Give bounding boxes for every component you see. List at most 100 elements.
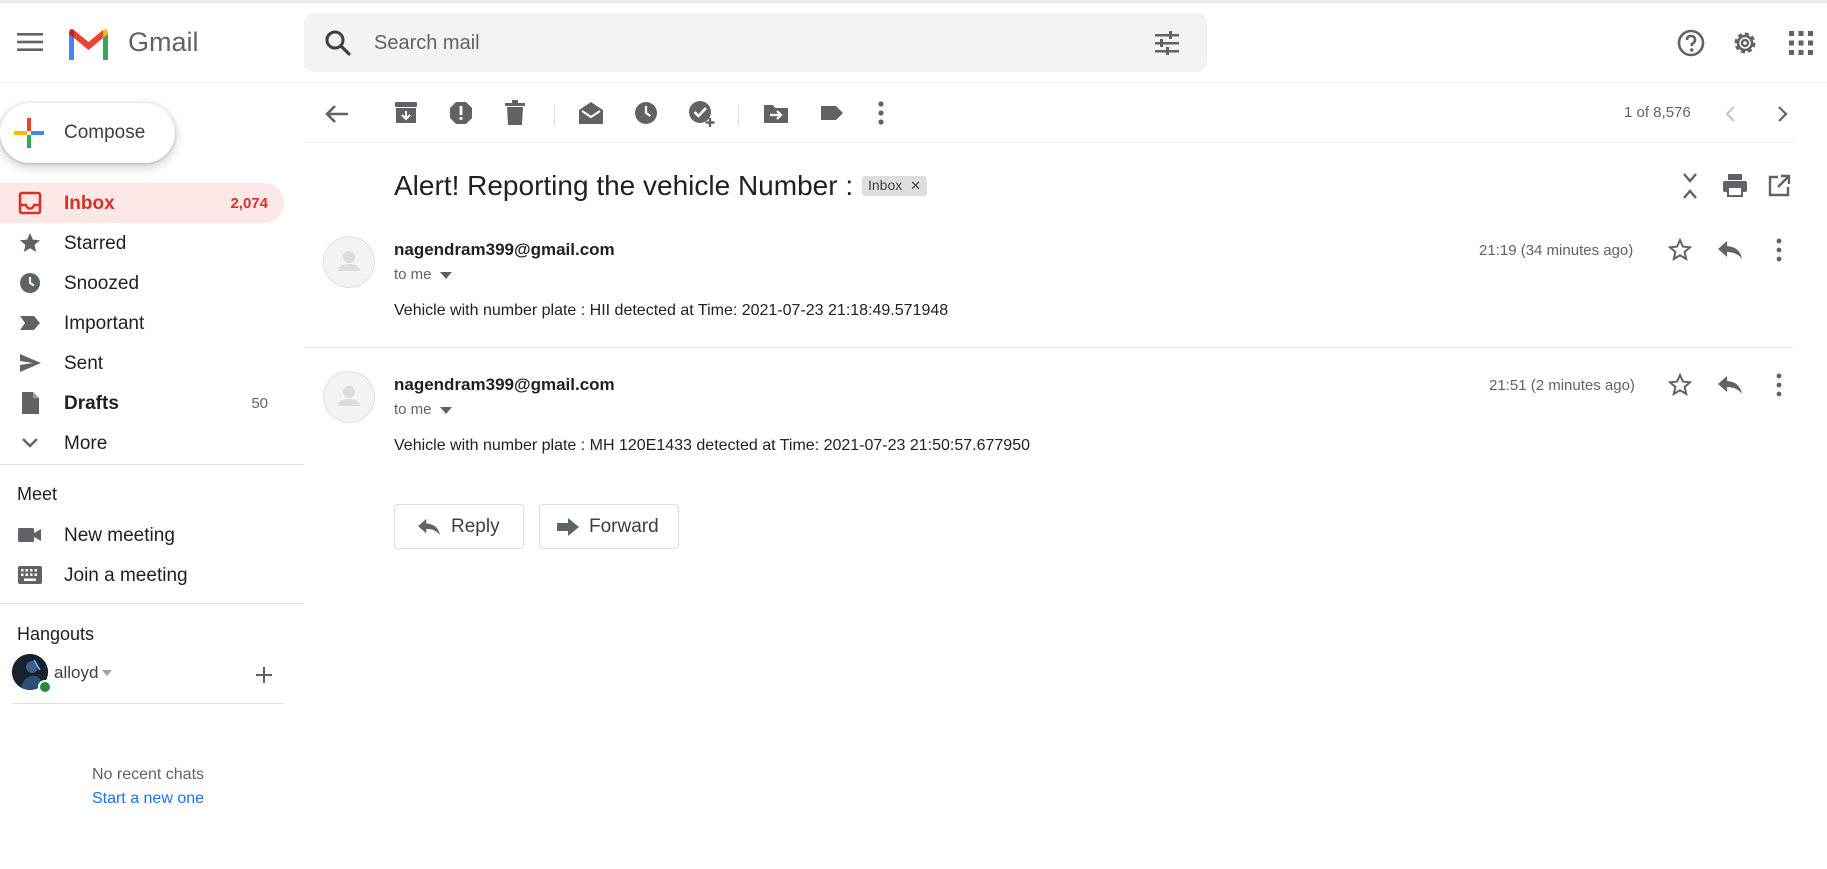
sidebar-item-inbox[interactable]: Inbox 2,074 — [0, 183, 284, 223]
sidebar-label: Drafts — [64, 393, 119, 414]
message-more-icon[interactable] — [1774, 238, 1784, 262]
snooze-clock-icon[interactable] — [633, 100, 659, 126]
forward-arrow-icon — [556, 517, 580, 537]
delete-trash-icon[interactable] — [504, 100, 526, 126]
chevron-right-icon[interactable] — [1773, 104, 1791, 124]
caret-down-icon[interactable] — [440, 272, 452, 279]
reply-icon — [417, 517, 441, 537]
label-chip-text: Inbox — [868, 177, 903, 193]
search-bar[interactable]: Search mail — [304, 13, 1207, 72]
compose-label: Compose — [64, 122, 146, 143]
star-outline-icon[interactable] — [1668, 373, 1692, 397]
sidebar-divider — [0, 464, 304, 465]
reply-icon[interactable] — [1717, 374, 1743, 396]
archive-icon[interactable] — [394, 100, 418, 126]
sender-name[interactable]: nagendram399@gmail.com — [394, 240, 615, 260]
toolbar-divider — [304, 142, 1794, 143]
video-camera-icon — [18, 526, 42, 544]
message-divider — [304, 347, 1794, 348]
sidebar-label: Inbox — [64, 193, 115, 214]
sidebar-divider — [0, 603, 304, 604]
report-spam-icon[interactable] — [449, 100, 473, 126]
reply-button[interactable]: Reply — [394, 504, 524, 549]
brand-name: Gmail — [128, 27, 199, 57]
online-status-dot — [38, 680, 52, 694]
sidebar-item-drafts[interactable]: Drafts 50 — [0, 383, 284, 423]
move-to-folder-icon[interactable] — [763, 100, 789, 126]
join-meeting-label: Join a meeting — [64, 565, 188, 586]
hangouts-divider — [12, 703, 284, 704]
message-body: Vehicle with number plate : HII detected… — [394, 302, 949, 319]
reply-icon[interactable] — [1717, 239, 1743, 261]
new-meeting-button[interactable]: New meeting — [0, 515, 284, 555]
inbox-label-chip[interactable]: Inbox ✕ — [862, 176, 928, 196]
compose-button[interactable]: Compose — [0, 103, 175, 163]
clock-icon — [18, 271, 42, 295]
email-subject: Alert! Reporting the vehicle Number : — [394, 170, 854, 201]
more-options-vertical-icon[interactable] — [876, 100, 886, 126]
sidebar-label: Sent — [64, 353, 104, 374]
search-icon[interactable] — [324, 29, 352, 57]
caret-down-icon[interactable] — [440, 407, 452, 414]
inbox-icon — [18, 191, 42, 215]
message-more-icon[interactable] — [1774, 373, 1784, 397]
sidebar-label: Starred — [64, 233, 127, 254]
message-timestamp: 21:51 (2 minutes ago) — [1489, 377, 1635, 394]
remove-label-icon[interactable]: ✕ — [910, 178, 921, 193]
hangouts-username[interactable]: alloyd — [54, 663, 98, 683]
draft-count: 50 — [251, 395, 268, 412]
unread-count: 2,074 — [230, 195, 268, 212]
star-outline-icon[interactable] — [1668, 238, 1692, 262]
back-arrow-icon[interactable] — [324, 102, 350, 126]
label-tag-icon[interactable] — [819, 100, 845, 126]
header-divider — [0, 82, 1827, 83]
pagination-text: 1 of 8,576 — [1624, 104, 1691, 121]
main-menu-icon[interactable] — [17, 32, 43, 52]
add-plus-icon[interactable] — [256, 667, 272, 683]
sender-avatar[interactable] — [323, 236, 375, 288]
message-timestamp: 21:19 (34 minutes ago) — [1479, 242, 1634, 259]
add-to-tasks-icon[interactable] — [688, 100, 716, 128]
forward-label: Forward — [589, 516, 659, 537]
keyboard-icon — [18, 566, 42, 584]
draft-icon — [18, 391, 42, 415]
send-icon — [18, 351, 42, 375]
print-icon[interactable] — [1722, 173, 1748, 197]
open-new-window-icon[interactable] — [1767, 174, 1791, 198]
toolbar-divider — [738, 104, 739, 126]
hangouts-section-title: Hangouts — [17, 624, 95, 644]
settings-gear-icon[interactable] — [1731, 29, 1759, 57]
recipient-details[interactable]: to me — [394, 266, 432, 283]
recipient-details[interactable]: to me — [394, 401, 432, 418]
top-border — [0, 0, 1827, 3]
chevron-left-icon[interactable] — [1722, 104, 1740, 124]
gmail-logo-icon[interactable] — [66, 26, 111, 60]
apps-grid-icon[interactable] — [1789, 31, 1813, 55]
forward-button[interactable]: Forward — [539, 504, 679, 549]
caret-down-icon[interactable] — [102, 670, 112, 676]
help-icon[interactable] — [1677, 29, 1705, 57]
reply-label: Reply — [451, 516, 500, 537]
collapse-all-icon[interactable] — [1680, 172, 1700, 200]
sidebar-label: Important — [64, 313, 145, 334]
search-input[interactable]: Search mail — [374, 32, 480, 55]
sidebar-item-starred[interactable]: Starred — [0, 223, 284, 263]
sidebar-label: Snoozed — [64, 273, 140, 294]
star-icon — [18, 231, 42, 255]
join-meeting-button[interactable]: Join a meeting — [0, 555, 284, 595]
start-new-chat-link[interactable]: Start a new one — [0, 790, 296, 808]
meet-section-title: Meet — [17, 484, 58, 504]
compose-plus-icon — [14, 118, 44, 148]
no-recent-chats-text: No recent chats — [91, 766, 205, 783]
sidebar-item-snoozed[interactable]: Snoozed — [0, 263, 284, 303]
sender-name[interactable]: nagendram399@gmail.com — [394, 375, 615, 395]
search-options-icon[interactable] — [1154, 30, 1180, 56]
new-meeting-label: New meeting — [64, 525, 175, 546]
sidebar-item-important[interactable]: Important — [0, 303, 284, 343]
important-icon — [18, 311, 42, 335]
sidebar-label: More — [64, 433, 108, 454]
mark-unread-icon[interactable] — [578, 100, 604, 126]
sidebar-item-sent[interactable]: Sent — [0, 343, 284, 383]
sidebar-item-more[interactable]: More — [0, 423, 284, 463]
sender-avatar[interactable] — [323, 371, 375, 423]
